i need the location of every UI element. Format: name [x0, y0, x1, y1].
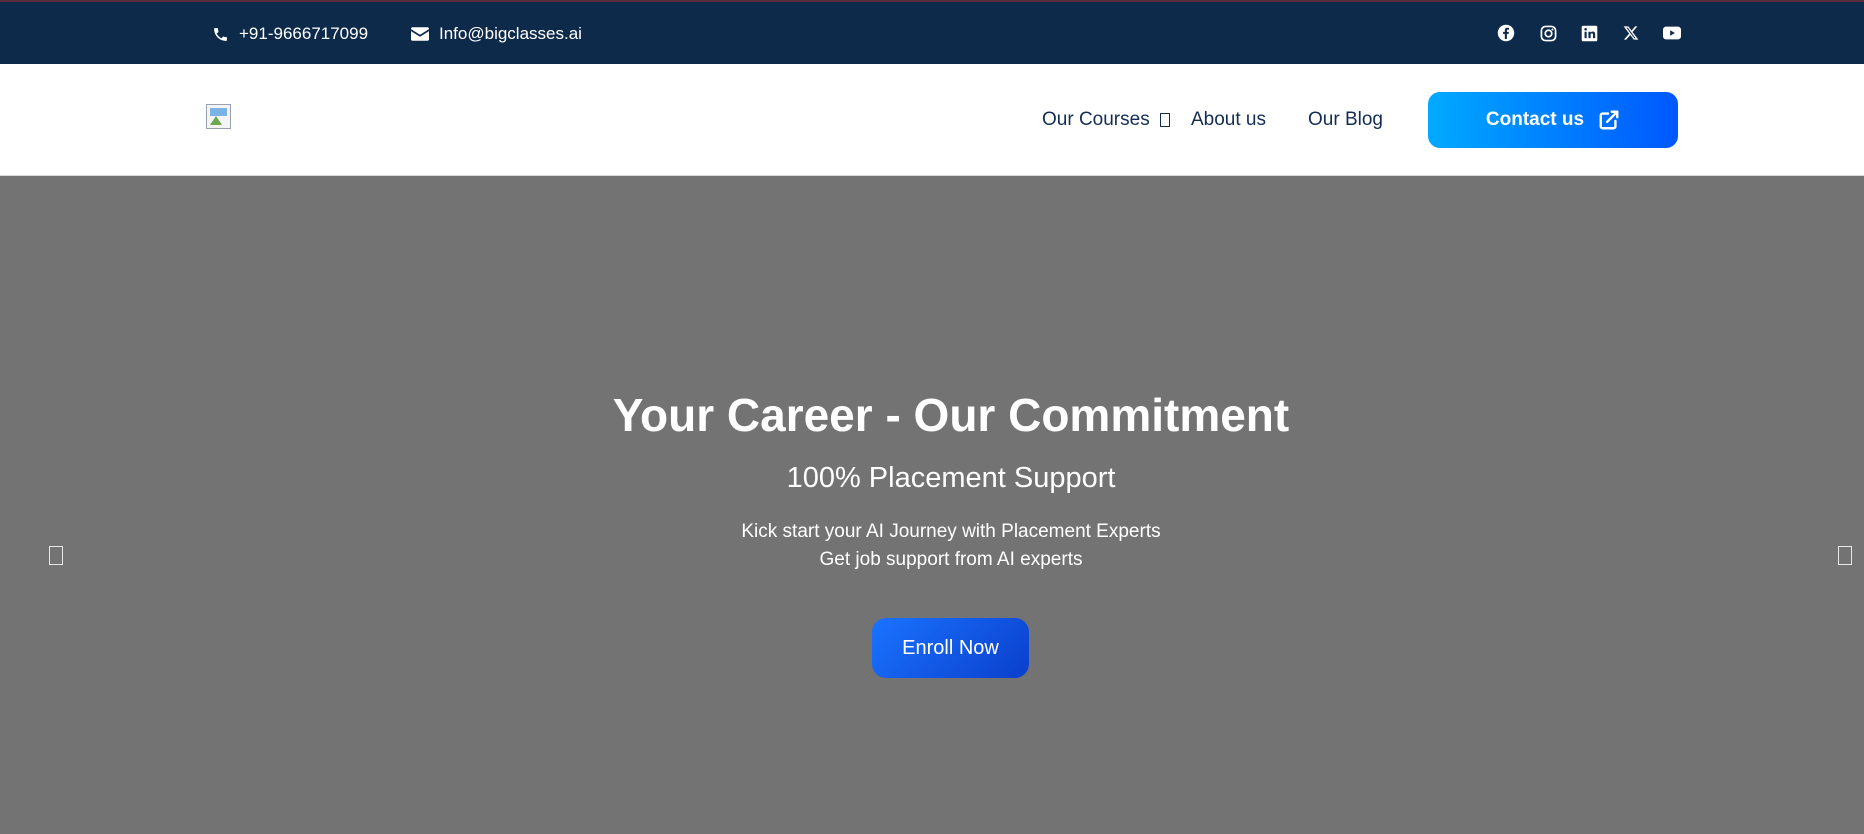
nav-our-blog-label: Our Blog [1308, 109, 1383, 130]
nav-about-us[interactable]: About us [1191, 64, 1266, 176]
nav-our-courses[interactable]: Our Courses [1042, 64, 1170, 176]
facebook-icon[interactable] [1496, 23, 1516, 43]
enroll-now-label: Enroll Now [902, 636, 999, 659]
slider-next-arrow-icon[interactable] [1838, 546, 1852, 565]
x-icon[interactable] [1621, 23, 1641, 43]
external-link-icon [1599, 110, 1619, 130]
site-logo[interactable] [206, 104, 231, 129]
logo-placeholder-mountain [210, 116, 222, 125]
email-address: Info@bigclasses.ai [439, 24, 582, 43]
chevron-down-icon [1159, 113, 1170, 127]
slider-prev-arrow-icon[interactable] [49, 546, 63, 565]
nav-our-blog[interactable]: Our Blog [1308, 64, 1383, 176]
envelope-icon [411, 27, 429, 41]
nav-our-courses-label: Our Courses [1042, 109, 1150, 130]
instagram-icon[interactable] [1538, 23, 1558, 43]
email-contact[interactable]: Info@bigclasses.ai [411, 2, 582, 66]
linkedin-icon[interactable] [1579, 23, 1599, 43]
hero-subtitle: 100% Placement Support [786, 462, 1116, 494]
phone-number: +91-9666717099 [239, 24, 369, 43]
hero-description-line-2: Get job support from AI experts [819, 549, 1083, 570]
logo-placeholder-sky [210, 108, 227, 116]
contact-us-button[interactable]: Contact us [1428, 92, 1678, 148]
youtube-icon[interactable] [1662, 23, 1682, 43]
nav-about-us-label: About us [1191, 109, 1266, 130]
enroll-now-button[interactable]: Enroll Now [872, 618, 1029, 678]
phone-icon [214, 27, 227, 41]
hero-title: Your Career - Our Commitment [612, 389, 1290, 441]
hero-description-line-1: Kick start your AI Journey with Placemen… [741, 521, 1161, 542]
hero-slider: Your Career - Our Commitment 100% Placem… [0, 176, 1864, 834]
phone-contact[interactable]: +91-9666717099 [212, 2, 368, 66]
contact-us-label: Contact us [1485, 109, 1585, 130]
site-header: Our Courses About us Our Blog Contact us [0, 64, 1864, 176]
top-contact-bar: +91-9666717099 Info@bigclasses.ai [0, 0, 1864, 64]
